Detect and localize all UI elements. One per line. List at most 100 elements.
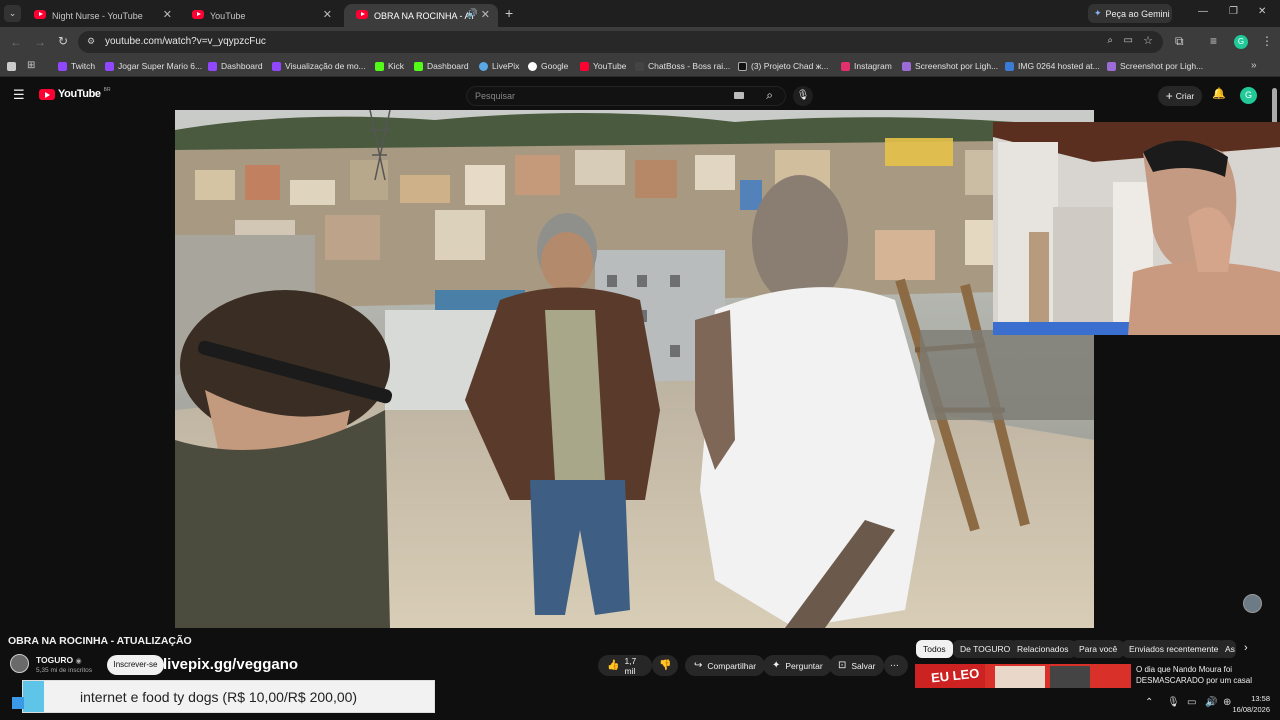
apps-grid-icon[interactable]: ⊞ xyxy=(27,60,35,71)
bookmark-mario[interactable]: Jogar Super Mario 6... xyxy=(105,61,202,71)
google-icon xyxy=(528,61,537,71)
channel-avatar[interactable] xyxy=(10,654,29,673)
bookmark-img-0264[interactable]: IMG 0264 hosted at... xyxy=(1005,61,1100,71)
cast-icon[interactable]: ▭ xyxy=(1124,35,1133,46)
close-tab-icon[interactable]: ✕ xyxy=(323,8,332,21)
sparkle-icon: ✦ xyxy=(772,660,781,671)
chip-de-toguro[interactable]: De TOGURO xyxy=(953,640,1018,658)
donation-text: internet e food ty dogs (R$ 10,00/R$ 200… xyxy=(80,689,358,705)
share-button[interactable]: ↪ Compartilhar xyxy=(685,655,766,676)
more-bookmarks-icon[interactable]: » xyxy=(1251,60,1257,71)
channel-watermark-icon[interactable] xyxy=(1243,594,1262,613)
bookmark-instagram[interactable]: Instagram xyxy=(841,61,892,71)
chip-todos[interactable]: Todos xyxy=(916,640,953,658)
back-icon[interactable]: ← xyxy=(10,35,22,49)
chrome-menu-icon[interactable]: ⋮ xyxy=(1261,34,1273,48)
subscribe-button[interactable]: Inscrever-se xyxy=(107,655,164,675)
close-tab-icon[interactable]: ✕ xyxy=(163,8,172,21)
share-icon: ↪ xyxy=(694,660,703,671)
tab-night-nurse[interactable]: Night Nurse - YouTube ✕ xyxy=(22,4,180,27)
chip-as[interactable]: As xyxy=(1218,640,1236,658)
twitch-icon xyxy=(272,61,281,71)
more-actions-button[interactable]: ⋯ xyxy=(884,655,908,676)
microphone-tray-icon[interactable]: 🎙 xyxy=(1167,697,1180,708)
search-icon[interactable]: ⌕ xyxy=(766,88,773,103)
clock[interactable]: 13:58 16/08/2026 xyxy=(1230,693,1270,715)
chip-para-voce[interactable]: Para você xyxy=(1072,640,1125,658)
volume-tray-icon[interactable]: 🔊 xyxy=(1205,697,1217,708)
chip-relacionados[interactable]: Relacionados xyxy=(1010,640,1076,658)
subscriber-count: 5,35 mi de inscritos xyxy=(36,667,92,674)
livepix-overlay-text: livepix.gg/veggano xyxy=(163,656,299,673)
new-tab-button[interactable]: + xyxy=(505,5,513,21)
tab-title: Night Nurse - YouTube xyxy=(52,10,143,21)
x-icon xyxy=(738,61,747,71)
keyboard-icon[interactable] xyxy=(734,92,744,99)
chips-next-icon[interactable]: › xyxy=(1244,642,1248,654)
speaker-icon[interactable]: 🔊 xyxy=(467,8,478,19)
donation-goal-bar: internet e food ty dogs (R$ 10,00/R$ 200… xyxy=(22,680,435,713)
channel-name[interactable]: TOGURO ◉ xyxy=(36,655,82,665)
chip-enviados-recentemente[interactable]: Enviados recentemente xyxy=(1122,640,1226,658)
bookmark-youtube[interactable]: YouTube xyxy=(580,61,626,71)
webcam-overlay xyxy=(993,122,1280,335)
video-frame xyxy=(175,110,1094,628)
livepix-icon xyxy=(479,61,488,71)
video-player[interactable] xyxy=(175,110,1094,628)
zoom-icon[interactable]: ⌕ xyxy=(1107,35,1113,46)
chatboss-icon xyxy=(635,61,644,71)
restore-button[interactable]: ❐ xyxy=(1229,6,1238,17)
tab-youtube[interactable]: YouTube ✕ xyxy=(180,4,340,27)
close-tab-icon[interactable]: ✕ xyxy=(481,8,490,21)
lightshot-icon xyxy=(902,61,911,71)
tab-title: YouTube xyxy=(210,10,246,21)
hamburger-menu-icon[interactable]: ☰ xyxy=(13,87,25,103)
voice-search-button[interactable]: 🎙 xyxy=(793,86,813,106)
search-input[interactable]: Pesquisar ⌕ xyxy=(466,86,786,106)
profile-avatar[interactable]: G xyxy=(1234,35,1248,49)
bookmark-projeto-chad[interactable]: (3) Projeto Chad ж... xyxy=(738,61,829,71)
tab-obra-na-rocinha[interactable]: OBRA NA ROCINHA - ATUA 🔊 ✕ xyxy=(344,4,498,27)
youtube-logo[interactable]: YouTube BR xyxy=(39,87,111,100)
bookmark-google[interactable]: Google xyxy=(528,61,568,71)
media-controls-icon[interactable]: ≡ xyxy=(1210,34,1217,48)
close-window-button[interactable]: ✕ xyxy=(1258,6,1266,17)
tray-chevron-icon[interactable]: ⌃ xyxy=(1145,697,1153,708)
create-button[interactable]: + Criar xyxy=(1158,86,1202,106)
address-bar[interactable]: ⚙ youtube.com/watch?v=v_yqypzcFuc ⌕ ▭ ☆ xyxy=(78,31,1163,53)
tab-groups-icon[interactable] xyxy=(7,62,16,71)
bookmark-visualizacao[interactable]: Visualização de mo... xyxy=(272,61,366,71)
url-text: youtube.com/watch?v=v_yqypzcFuc xyxy=(105,36,266,47)
account-avatar[interactable]: G xyxy=(1240,87,1257,104)
thumbs-up-icon: 👍 xyxy=(607,660,620,671)
save-button[interactable]: ⊡ Salvar xyxy=(829,655,885,676)
kick-icon xyxy=(375,61,384,71)
bookmark-dashboard-2[interactable]: Dashboard xyxy=(414,61,469,71)
bookmark-livepix[interactable]: LivePix xyxy=(479,61,519,71)
bookmark-twitch[interactable]: Twitch xyxy=(58,61,95,71)
tab-search-button[interactable]: ⌄ xyxy=(4,5,21,22)
dislike-button[interactable]: 👎 xyxy=(652,655,678,676)
webcam-frame xyxy=(993,122,1280,335)
notifications-bell-icon[interactable]: 🔔 xyxy=(1212,87,1226,100)
bookmark-dashboard[interactable]: Dashboard xyxy=(208,61,263,71)
bookmark-star-icon[interactable]: ☆ xyxy=(1143,34,1153,47)
minimize-button[interactable]: — xyxy=(1198,6,1208,17)
bookmark-screenshot-1[interactable]: Screenshot por Ligh... xyxy=(902,61,998,71)
display-tray-icon[interactable]: ▭ xyxy=(1187,697,1196,708)
youtube-header: ☰ YouTube BR Pesquisar ⌕ 🎙 + Criar 🔔 G xyxy=(0,78,1280,112)
bookmark-kick[interactable]: Kick xyxy=(375,61,404,71)
bookmark-chatboss[interactable]: ChatBoss - Boss rai... xyxy=(635,61,730,71)
recommendation-thumbnail[interactable]: EU LEO xyxy=(915,664,1131,688)
site-info-icon[interactable]: ⚙ xyxy=(87,36,95,47)
ask-button[interactable]: ✦ Perguntar xyxy=(763,655,832,676)
recommendation-title[interactable]: O dia que Nando Moura foi DESMASCARADO p… xyxy=(1136,664,1256,688)
windows-start-icon[interactable] xyxy=(12,697,24,709)
bookmark-screenshot-2[interactable]: Screenshot por Ligh... xyxy=(1107,61,1203,71)
gemini-button[interactable]: ✦ Peça ao Gemini xyxy=(1088,4,1172,23)
forward-icon[interactable]: → xyxy=(34,35,46,49)
youtube-favicon-icon xyxy=(356,10,368,19)
like-button[interactable]: 👍 1,7 mil xyxy=(598,655,652,676)
extensions-icon[interactable]: ⧉ xyxy=(1175,34,1184,49)
reload-icon[interactable]: ↻ xyxy=(58,34,68,48)
